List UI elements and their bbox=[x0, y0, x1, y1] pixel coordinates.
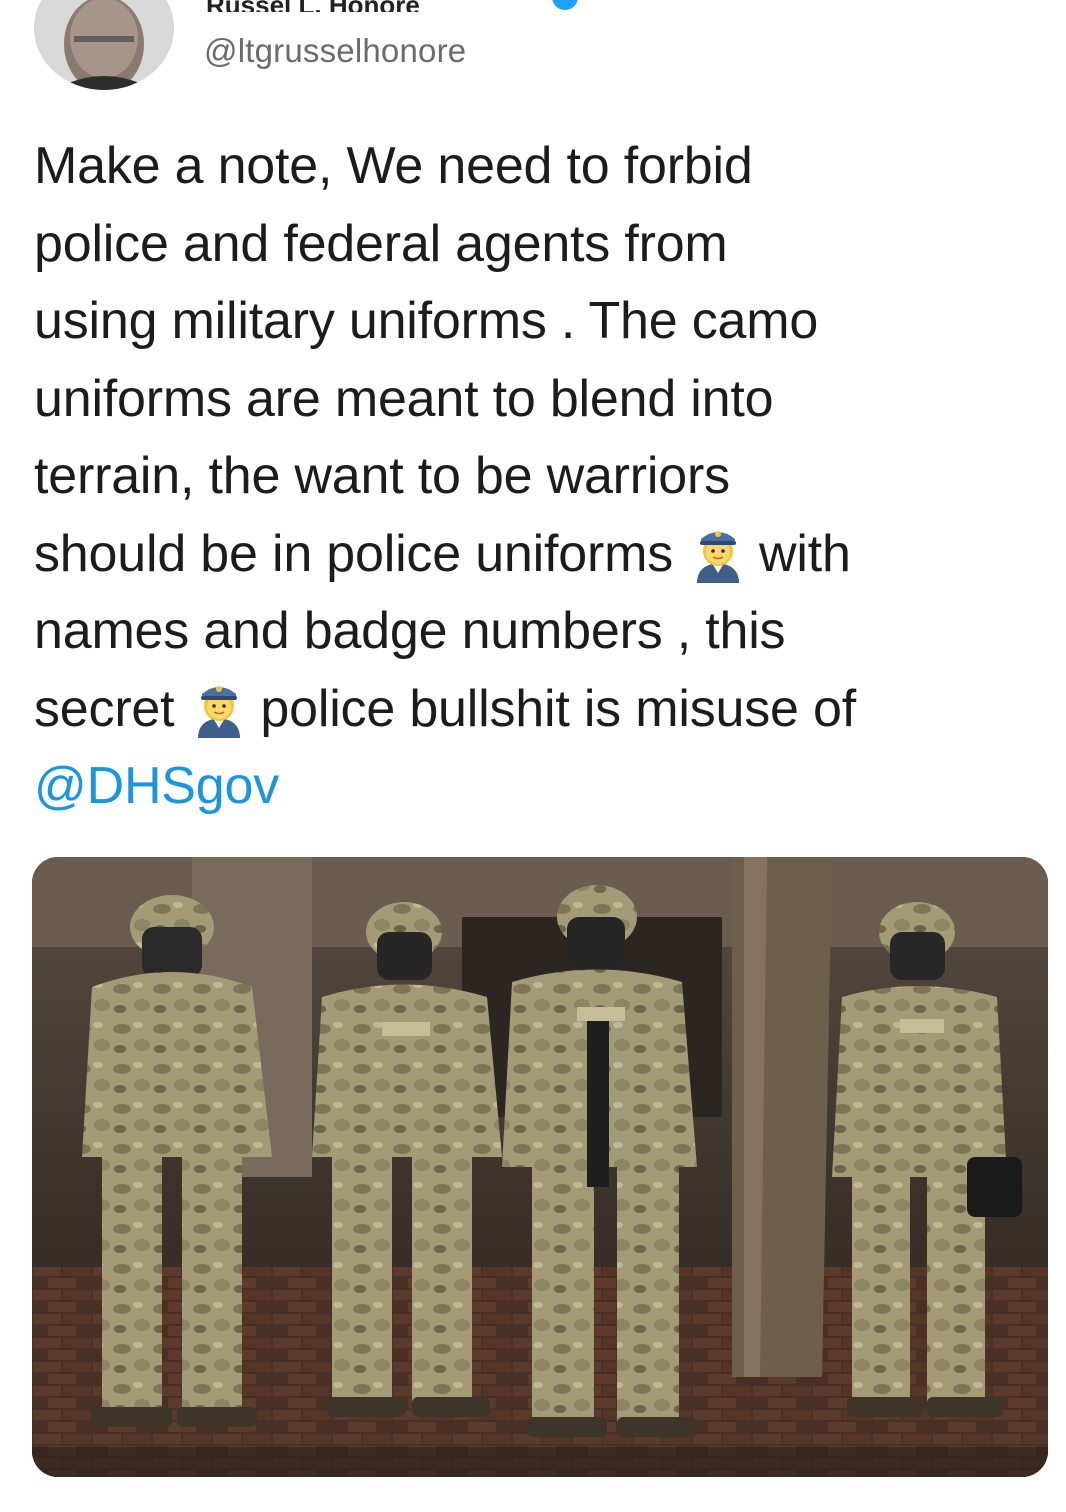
tweet-text: Make a note, We need to forbid police an… bbox=[34, 128, 1044, 826]
mention-link[interactable]: @DHSgov bbox=[34, 748, 1044, 826]
tweet-line: secret police bullshit is misuse of bbox=[34, 671, 1044, 749]
tweet-line: police and federal agents from bbox=[34, 214, 728, 273]
tweet-line-part: police bullshit is misuse of bbox=[260, 679, 856, 738]
avatar[interactable] bbox=[34, 0, 174, 90]
verified-badge-icon bbox=[552, 0, 578, 10]
tweet-line-part: should be in police uniforms bbox=[34, 524, 673, 583]
display-name[interactable]: Russel L. Honore bbox=[206, 0, 536, 12]
tweet-header: Russel L. Honore @ltgrusselhonore bbox=[0, 0, 1066, 100]
tweet-line-part: secret bbox=[34, 679, 175, 738]
tweet-line: names and badge numbers , this bbox=[34, 602, 786, 660]
tweet-line-part: with bbox=[759, 524, 851, 583]
tweet-line: should be in police uniforms with bbox=[34, 516, 1044, 594]
user-handle[interactable]: @ltgrusselhonore bbox=[204, 32, 466, 70]
tweet-line: uniforms are meant to blend into bbox=[34, 369, 774, 428]
tweet-photo[interactable] bbox=[32, 857, 1048, 1477]
woman-police-officer-icon bbox=[192, 676, 246, 738]
woman-police-officer-icon bbox=[691, 521, 745, 583]
tweet-line: terrain, the want to be warriors bbox=[34, 447, 730, 505]
tweet-line: using military uniforms . The camo bbox=[34, 292, 819, 350]
tweet-line: Make a note, We need to forbid bbox=[34, 137, 753, 195]
